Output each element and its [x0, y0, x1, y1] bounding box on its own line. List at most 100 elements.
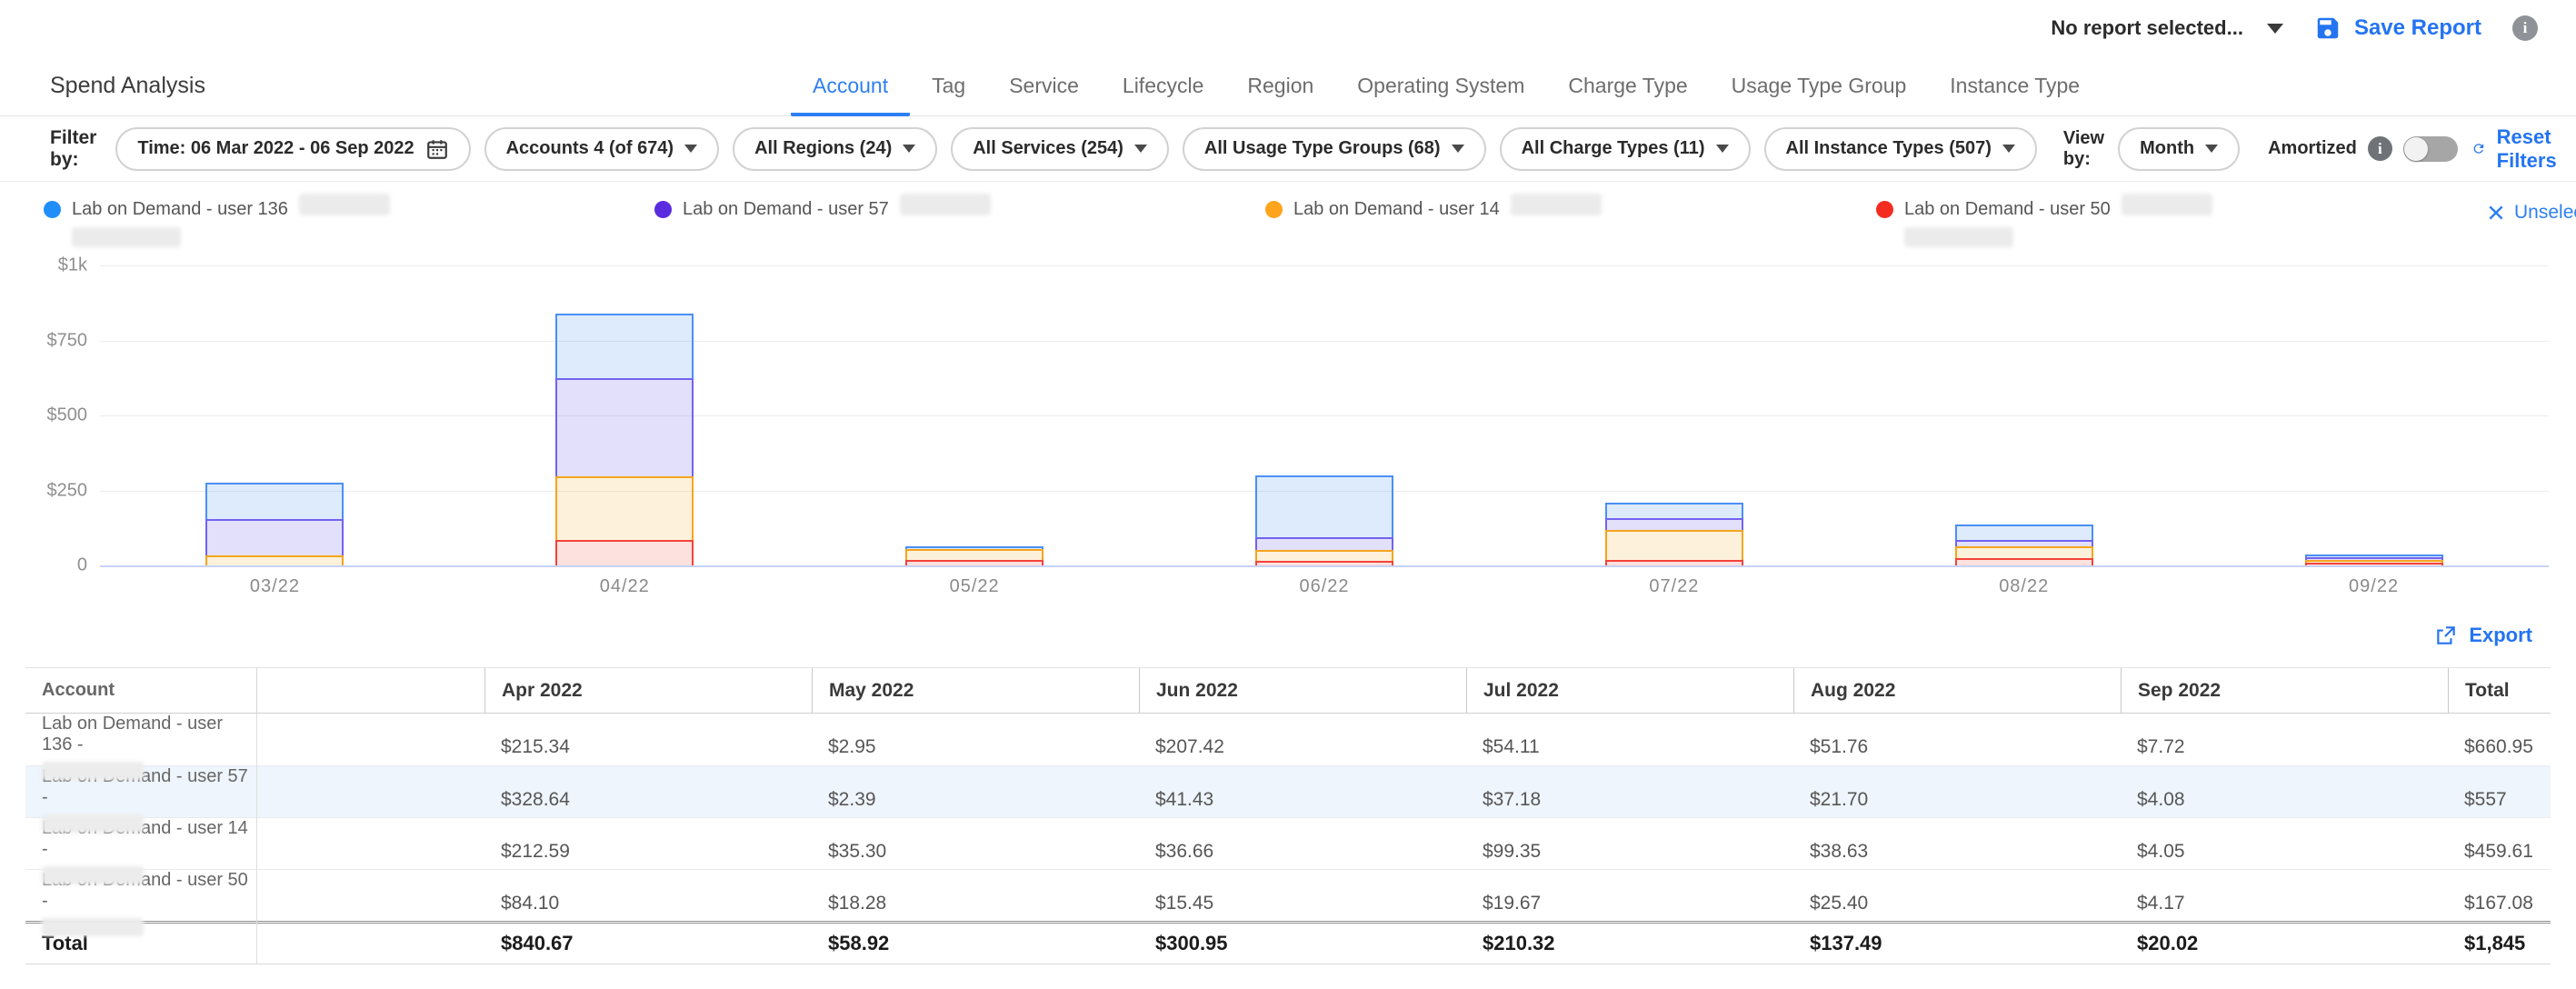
filter-pill-label: All Charge Types (11)	[1522, 138, 1705, 159]
stacked-bar-08-22[interactable]	[1955, 524, 2093, 565]
chart-legend-row: Lab on Demand - user 136Lab on Demand - …	[0, 182, 2576, 258]
bar-segment-lab-on-demand-user-50	[905, 560, 1043, 565]
filter-pill-label: All Usage Type Groups (68)	[1204, 138, 1441, 159]
save-report-label: Save Report	[2354, 15, 2481, 41]
x-axis-tick-label: 05/22	[800, 576, 1150, 597]
title-tab-row: Spend Analysis AccountTagServiceLifecycl…	[0, 56, 2576, 116]
stacked-bar-03-22[interactable]	[205, 483, 344, 565]
close-icon	[2487, 204, 2505, 222]
column-header-jul-2022: Jul 2022	[1466, 668, 1793, 713]
stacked-bar-05-22[interactable]	[905, 546, 1043, 565]
info-icon[interactable]: i	[2368, 136, 2392, 161]
column-header-total: Total	[2448, 668, 2551, 713]
chevron-down-icon	[1452, 145, 1464, 153]
filter-pill-all-regions-24[interactable]: All Regions (24)	[733, 127, 937, 171]
tab-bar: AccountTagServiceLifecycleRegionOperatin…	[791, 74, 2102, 116]
y-axis-tick-label: $250	[7, 480, 87, 501]
total-value-cell: $137.49	[1793, 924, 2121, 964]
bar-segment-lab-on-demand-user-57	[1605, 518, 1743, 529]
bar-slot-08-22	[1849, 265, 2199, 565]
time-filter[interactable]: Time: 06 Mar 2022 - 06 Sep 2022	[115, 127, 470, 171]
table-row[interactable]: Lab on Demand - user 57 -$328.64$2.39$41…	[25, 765, 2551, 817]
calendar-icon	[425, 137, 449, 161]
export-button[interactable]: Export	[2434, 624, 2532, 647]
info-icon[interactable]: i	[2512, 15, 2538, 41]
export-label: Export	[2469, 624, 2532, 647]
account-name: Lab on Demand - user 136 -	[42, 714, 256, 755]
legend-item-lab-on-demand-user-14[interactable]: Lab on Demand - user 14	[1265, 198, 1876, 253]
chevron-down-icon	[1134, 145, 1147, 153]
stacked-bar-09-22[interactable]	[2305, 554, 2443, 565]
tab-operating-system[interactable]: Operating System	[1335, 74, 1546, 116]
redacted-text	[2122, 194, 2212, 215]
total-value-cell: $58.92	[812, 924, 1139, 964]
tab-tag[interactable]: Tag	[910, 74, 987, 116]
stacked-bar-07-22[interactable]	[1605, 503, 1743, 565]
total-value-cell: $1,845	[2448, 924, 2551, 964]
legend-item-lab-on-demand-user-50[interactable]: Lab on Demand - user 50	[1876, 198, 2487, 253]
filter-pill-label: Accounts 4 (of 674)	[506, 138, 674, 159]
redacted-text	[42, 762, 144, 780]
tab-lifecycle[interactable]: Lifecycle	[1101, 74, 1225, 116]
filter-pill-accounts-4-of-674[interactable]: Accounts 4 (of 674)	[484, 127, 719, 171]
gridline	[100, 565, 2549, 567]
bar-segment-lab-on-demand-user-14	[555, 476, 694, 540]
bar-segment-lab-on-demand-user-14	[1955, 546, 2093, 558]
save-icon	[2314, 15, 2341, 42]
unselect-all-label: Unselect All	[2514, 202, 2576, 224]
filter-by-label: Filter by:	[50, 127, 96, 171]
bar-segment-lab-on-demand-user-50	[1955, 558, 2093, 565]
bar-segment-lab-on-demand-user-136	[205, 483, 344, 519]
filter-pill-all-usage-type-groups-68[interactable]: All Usage Type Groups (68)	[1183, 127, 1486, 171]
save-report-button[interactable]: Save Report	[2314, 15, 2481, 42]
table-row[interactable]: Lab on Demand - user 136 -$215.34$2.95$2…	[25, 714, 2551, 765]
stacked-bar-06-22[interactable]	[1255, 475, 1393, 565]
x-axis-tick-label: 04/22	[450, 576, 800, 597]
column-header-may-2022: May 2022	[812, 668, 1139, 713]
stacked-bar-04-22[interactable]	[555, 314, 694, 565]
bar-segment-lab-on-demand-user-14	[1605, 530, 1743, 560]
legend-color-dot	[1876, 201, 1893, 218]
bar-segment-lab-on-demand-user-136	[555, 314, 694, 378]
x-axis-tick-label: 09/22	[2199, 576, 2549, 597]
total-value-cell: $300.95	[1139, 924, 1466, 964]
table-row[interactable]: Lab on Demand - user 14 -$212.59$35.30$3…	[25, 817, 2551, 869]
export-icon	[2434, 624, 2458, 647]
filter-pill-all-charge-types-11[interactable]: All Charge Types (11)	[1500, 127, 1751, 171]
filter-pill-label: All Instance Types (507)	[1786, 138, 1992, 159]
filter-pill-all-services-254[interactable]: All Services (254)	[951, 127, 1169, 171]
bar-segment-lab-on-demand-user-136	[1255, 475, 1393, 537]
reset-filters-button[interactable]: Reset Filters	[2471, 125, 2567, 173]
refresh-icon	[2471, 136, 2486, 161]
redacted-text	[900, 194, 991, 215]
tab-service[interactable]: Service	[987, 74, 1101, 116]
legend-item-lab-on-demand-user-57[interactable]: Lab on Demand - user 57	[654, 198, 1265, 253]
bar-segment-lab-on-demand-user-57	[555, 378, 694, 476]
bar-segment-lab-on-demand-user-14	[1255, 550, 1393, 561]
table-total-row: Total$840.67$58.92$300.95$210.32$137.49$…	[25, 921, 2551, 964]
amortized-toggle[interactable]	[2403, 136, 2458, 162]
legend-color-dot	[44, 201, 61, 218]
bar-segment-lab-on-demand-user-14	[905, 549, 1043, 560]
total-value-cell: $210.32	[1466, 924, 1793, 964]
view-by-select[interactable]: Month	[2118, 127, 2240, 171]
report-selector-dropdown[interactable]: No report selected...	[2051, 16, 2283, 40]
chart-legend: Lab on Demand - user 136Lab on Demand - …	[44, 198, 2487, 253]
legend-item-lab-on-demand-user-136[interactable]: Lab on Demand - user 136	[44, 198, 654, 253]
bar-segment-lab-on-demand-user-50	[1255, 561, 1393, 565]
tab-region[interactable]: Region	[1225, 74, 1335, 116]
table-row[interactable]: Lab on Demand - user 50 -$84.10$18.28$15…	[25, 869, 2551, 921]
y-axis-tick-label: $1k	[7, 255, 87, 276]
tab-account[interactable]: Account	[791, 74, 910, 116]
unselect-all-button[interactable]: Unselect All	[2487, 202, 2576, 224]
redacted-text	[42, 918, 144, 936]
filter-pill-all-instance-types-507[interactable]: All Instance Types (507)	[1764, 127, 2037, 171]
chevron-down-icon	[2002, 145, 2015, 153]
bar-segment-lab-on-demand-user-136	[1955, 524, 2093, 540]
tab-charge-type[interactable]: Charge Type	[1546, 74, 1709, 116]
redacted-text	[72, 227, 181, 247]
column-header-aug-2022: Aug 2022	[1793, 668, 2121, 713]
tab-usage-type-group[interactable]: Usage Type Group	[1710, 74, 1929, 116]
legend-color-dot	[654, 201, 672, 218]
tab-instance-type[interactable]: Instance Type	[1928, 74, 2102, 116]
